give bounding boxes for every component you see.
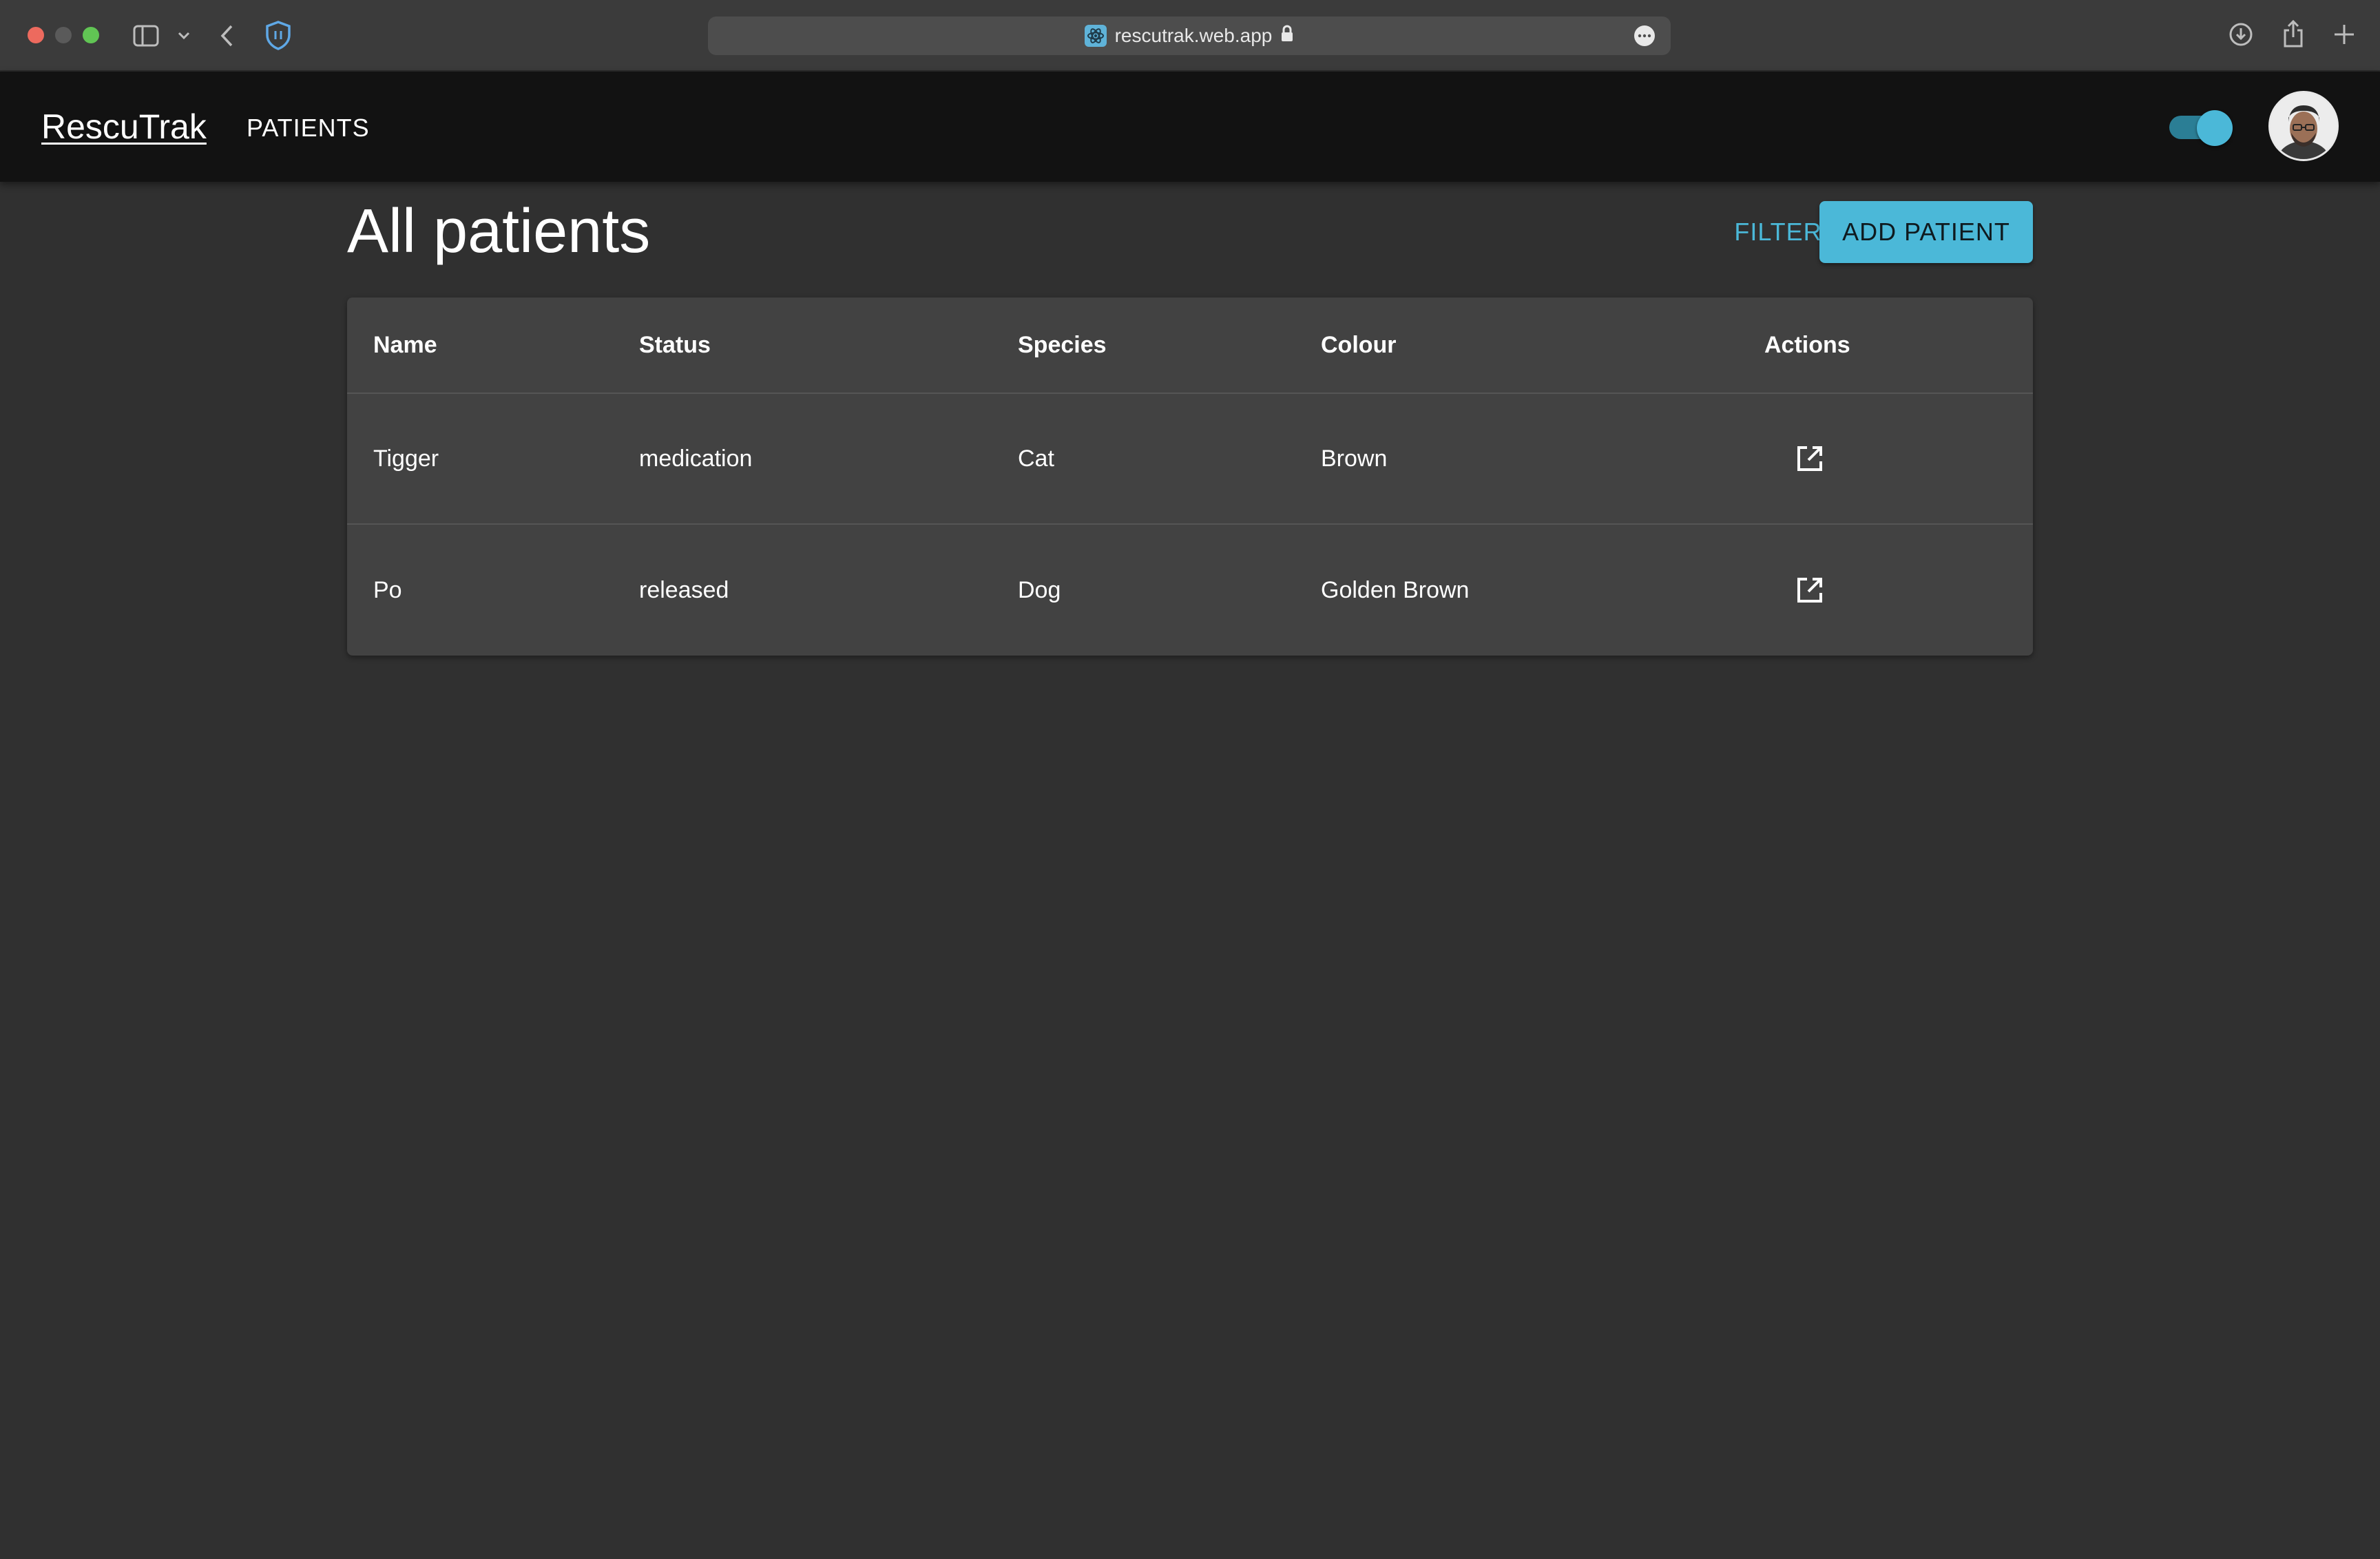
lock-icon	[1280, 25, 1294, 48]
column-header-actions: Actions	[1764, 331, 1850, 358]
cell-name: Po	[373, 576, 402, 603]
browser-toolbar: rescutrak.web.app	[0, 0, 2380, 72]
add-patient-button[interactable]: ADD PATIENT	[1819, 201, 2033, 263]
new-tab-icon[interactable]	[2330, 21, 2358, 48]
page-title: All patients	[347, 197, 651, 266]
back-icon[interactable]	[216, 21, 237, 51]
close-window-button[interactable]	[28, 27, 44, 43]
avatar[interactable]	[2268, 91, 2339, 161]
cell-species: Cat	[1018, 445, 1054, 472]
brand-link[interactable]: RescuTrak	[41, 106, 207, 147]
site-favicon-icon	[1084, 25, 1107, 47]
nav-patients-link[interactable]: PATIENTS	[247, 113, 370, 143]
column-header-colour[interactable]: Colour	[1321, 297, 1397, 393]
column-header-name[interactable]: Name	[373, 297, 437, 393]
sidebar-icon[interactable]	[132, 22, 160, 50]
shield-icon[interactable]	[263, 19, 293, 51]
cell-status: medication	[639, 445, 753, 472]
cell-colour: Golden Brown	[1321, 576, 1470, 603]
open-in-new-icon[interactable]	[1782, 563, 1837, 618]
cell-status: released	[639, 576, 729, 603]
minimize-window-button[interactable]	[55, 27, 72, 43]
url-text: rescutrak.web.app	[1114, 25, 1273, 46]
table-row: Tigger medication Cat Brown	[347, 394, 2033, 525]
column-header-species[interactable]: Species	[1018, 297, 1107, 393]
table-header-row: Name Status Species Colour Actions	[347, 297, 2033, 394]
cell-name: Tigger	[373, 445, 439, 472]
theme-toggle-thumb[interactable]	[2197, 110, 2233, 146]
download-icon[interactable]	[2227, 21, 2255, 48]
more-icon[interactable]	[1633, 25, 1656, 47]
cell-colour: Brown	[1321, 445, 1388, 472]
share-icon[interactable]	[2279, 18, 2307, 50]
chevron-down-icon[interactable]	[175, 28, 193, 44]
zoom-window-button[interactable]	[83, 27, 99, 43]
address-bar[interactable]: rescutrak.web.app	[708, 17, 1671, 55]
cell-species: Dog	[1018, 576, 1061, 603]
patients-table: Name Status Species Colour Actions Tigge…	[347, 297, 2033, 656]
column-header-status[interactable]: Status	[639, 297, 711, 393]
table-row: Po released Dog Golden Brown	[347, 525, 2033, 656]
open-in-new-icon[interactable]	[1782, 431, 1837, 486]
app-header: RescuTrak PATIENTS	[0, 72, 2380, 182]
